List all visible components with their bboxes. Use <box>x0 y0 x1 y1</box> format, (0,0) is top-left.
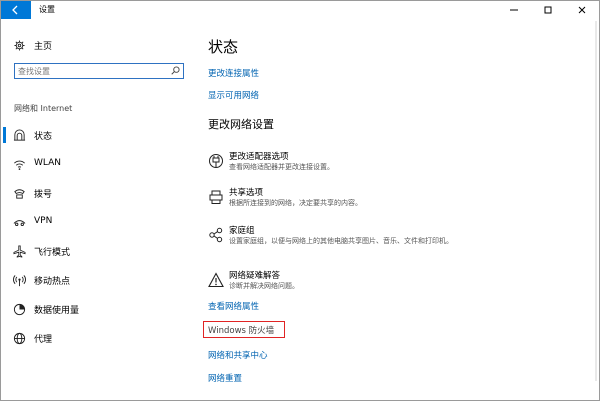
section-label: 网络和 Internet <box>14 104 73 113</box>
option-description: 诊断并解决网络问题。 <box>229 282 299 290</box>
proxy-icon <box>13 332 26 345</box>
option-homegroup[interactable]: 家庭组 设置家庭组，以便与网络上的其他电脑共享图片、音乐、文件和打印机。 <box>208 224 568 252</box>
title-bar: 设置 <box>1 1 599 19</box>
option-troubleshoot[interactable]: 网络疑难解答 诊断并解决网络问题。 <box>208 269 568 297</box>
sidebar-item-label: 状态 <box>34 132 53 142</box>
search-input[interactable] <box>18 65 168 77</box>
troubleshoot-icon <box>208 272 224 288</box>
main-content: 状态 更改连接属性 显示可用网络 更改网络设置 更改适配器选项 查看网络适配器并… <box>197 19 597 400</box>
maximize-button[interactable] <box>531 1 565 19</box>
option-sharing[interactable]: 共享选项 根据所连接到的网络，决定要共享的内容。 <box>208 186 568 214</box>
homegroup-icon <box>209 227 223 243</box>
maximize-icon <box>544 6 552 14</box>
close-icon <box>578 6 586 14</box>
option-change-adapter[interactable]: 更改适配器选项 查看网络适配器并更改连接设置。 <box>208 150 568 178</box>
sidebar-item-label: WLAN <box>34 158 62 168</box>
window-title: 设置 <box>39 5 55 14</box>
option-description: 设置家庭组，以便与网络上的其他电脑共享图片、音乐、文件和打印机。 <box>229 237 453 245</box>
option-title: 共享选项 <box>229 188 264 198</box>
sidebar-item-label: 拨号 <box>34 190 53 200</box>
search-icon[interactable] <box>171 66 180 75</box>
windows-firewall-link[interactable]: Windows 防火墙 <box>208 324 274 336</box>
network-reset-link[interactable]: 网络重置 <box>208 372 242 384</box>
vpn-icon <box>13 220 26 227</box>
minimize-icon <box>510 9 518 11</box>
page-title: 状态 <box>208 38 239 56</box>
sidebar-item-label: VPN <box>34 216 53 226</box>
wifi-icon <box>14 160 25 170</box>
section-title: 更改网络设置 <box>208 118 274 131</box>
network-sharing-center-link[interactable]: 网络和共享中心 <box>208 349 268 361</box>
airplane-icon <box>13 245 26 258</box>
search-box[interactable] <box>14 63 184 79</box>
sidebar-item-proxy[interactable]: 代理 <box>1 324 197 353</box>
minimize-button[interactable] <box>497 1 531 19</box>
status-icon <box>13 129 26 141</box>
nav-list: 状态 WLAN 拨号 VPN 飞行模式 移动热点 数据使用量 代理 <box>1 121 197 353</box>
sidebar-item-status[interactable]: 状态 <box>1 121 197 150</box>
sidebar-item-label: 数据使用量 <box>34 306 80 316</box>
adapter-icon <box>209 154 223 168</box>
home-link[interactable]: 主页 <box>14 39 52 52</box>
sidebar-item-data-usage[interactable]: 数据使用量 <box>1 295 197 324</box>
option-title: 更改适配器选项 <box>229 152 289 162</box>
active-indicator <box>3 127 6 143</box>
hotspot-icon <box>13 275 26 287</box>
home-label: 主页 <box>34 42 53 52</box>
sharing-icon <box>209 190 223 204</box>
back-arrow-icon <box>12 5 18 15</box>
option-title: 网络疑难解答 <box>229 271 281 281</box>
sidebar-item-airplane[interactable]: 飞行模式 <box>1 237 197 266</box>
sidebar-item-label: 移动热点 <box>34 277 71 287</box>
data-usage-icon <box>13 303 26 316</box>
option-description: 根据所连接到的网络，决定要共享的内容。 <box>229 199 362 207</box>
show-available-networks-link[interactable]: 显示可用网络 <box>208 89 259 101</box>
sidebar-item-label: 飞行模式 <box>34 248 71 258</box>
sidebar-item-vpn[interactable]: VPN <box>1 208 197 237</box>
sidebar-item-wlan[interactable]: WLAN <box>1 150 197 179</box>
sidebar-item-hotspot[interactable]: 移动热点 <box>1 266 197 295</box>
option-title: 家庭组 <box>229 226 255 236</box>
dialup-icon <box>14 189 25 199</box>
settings-window: 设置 主页 网络和 Internet <box>0 0 600 401</box>
sidebar: 主页 网络和 Internet 状态 <box>1 19 197 400</box>
sidebar-item-dialup[interactable]: 拨号 <box>1 179 197 208</box>
gear-icon <box>14 40 25 51</box>
close-button[interactable] <box>565 1 599 19</box>
scrollbar[interactable] <box>595 21 597 381</box>
view-network-properties-link[interactable]: 查看网络属性 <box>208 300 259 312</box>
change-connection-properties-link[interactable]: 更改连接属性 <box>208 67 259 79</box>
sidebar-item-label: 代理 <box>34 335 53 345</box>
back-button[interactable] <box>1 1 31 19</box>
option-description: 查看网络适配器并更改连接设置。 <box>229 163 334 171</box>
